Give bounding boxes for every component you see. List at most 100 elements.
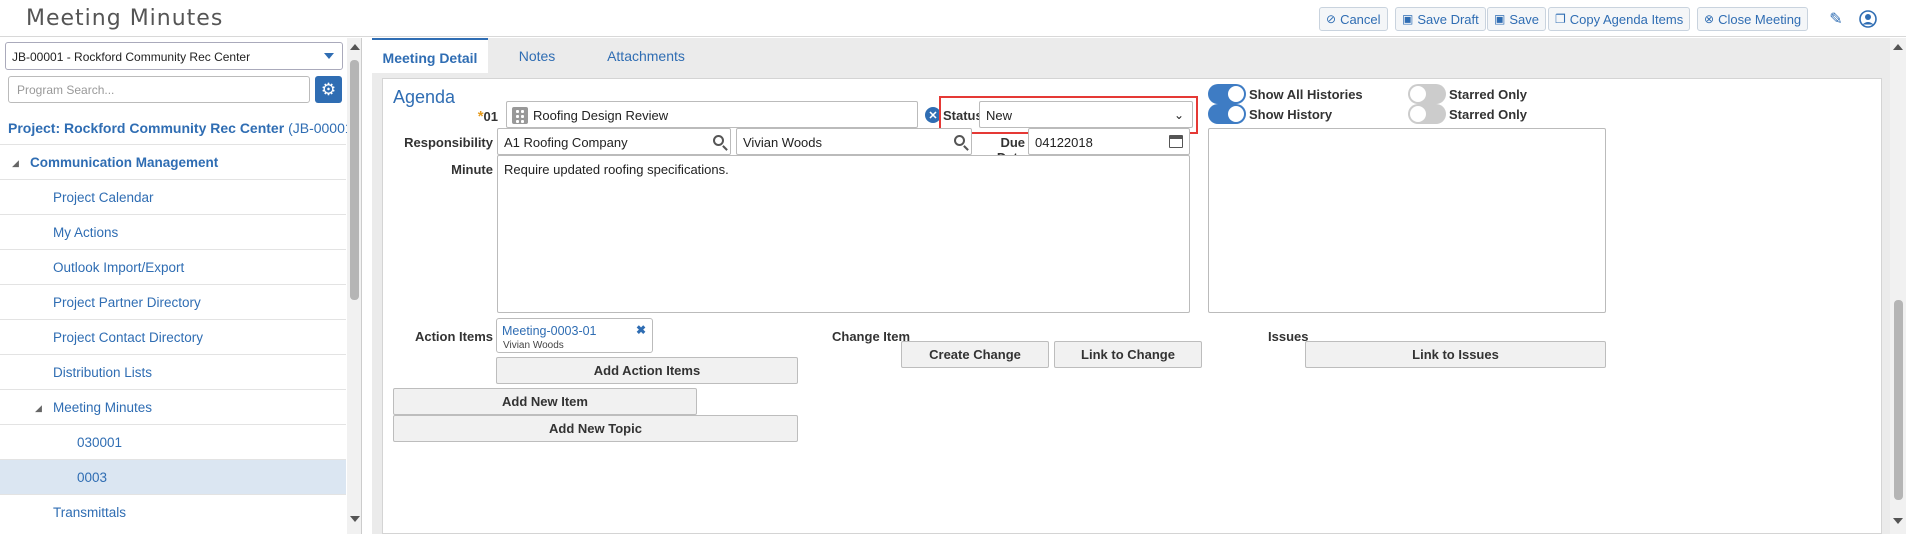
agenda-item-number: *01 xyxy=(468,108,498,125)
sidebar-scrollbar[interactable] xyxy=(347,38,361,534)
close-circle-icon: ⊗ xyxy=(1704,12,1715,26)
sidebar-item-label: Communication Management xyxy=(30,155,219,170)
due-date-value: 04122018 xyxy=(1035,135,1093,150)
sidebar-item-meeting-minutes[interactable]: ◢ Meeting Minutes xyxy=(0,389,346,424)
scroll-up-icon[interactable] xyxy=(350,44,360,50)
user-icon[interactable] xyxy=(1857,8,1879,30)
sidebar-item-transmittals[interactable]: Transmittals xyxy=(0,494,346,529)
scroll-up-icon[interactable] xyxy=(1893,44,1903,50)
copy-agenda-items-button[interactable]: ❐ Copy Agenda Items xyxy=(1548,7,1691,31)
responsibility-company-input[interactable]: A1 Roofing Company xyxy=(497,128,731,155)
action-item-person: Vivian Woods xyxy=(503,340,564,351)
search-icon[interactable] xyxy=(713,135,724,146)
sidebar-item-label: Project Calendar xyxy=(53,190,154,205)
sidebar-item-label: 0003 xyxy=(77,470,108,485)
scroll-down-icon[interactable] xyxy=(1893,518,1903,524)
action-item-link[interactable]: Meeting-0003-01 xyxy=(502,324,597,338)
tab-label: Notes xyxy=(518,48,556,64)
history-panel xyxy=(1208,128,1606,313)
caret-down-icon xyxy=(324,53,334,59)
save-button[interactable]: ▣ Save xyxy=(1487,7,1546,31)
cancel-circle-icon: ⊘ xyxy=(1326,12,1337,26)
sidebar-item-030001[interactable]: 030001 xyxy=(0,424,346,459)
tab-notes[interactable]: Notes xyxy=(497,38,577,73)
expand-triangle-icon[interactable]: ◢ xyxy=(35,403,42,414)
agenda-item-title-value: Roofing Design Review xyxy=(533,108,669,123)
sidebar-item-label: Distribution Lists xyxy=(53,365,153,380)
add-new-topic-button[interactable]: Add New Topic xyxy=(393,415,798,442)
action-item-chip[interactable]: Meeting-0003-01 Vivian Woods ✖ xyxy=(496,318,653,353)
tab-meeting-detail[interactable]: Meeting Detail xyxy=(372,38,488,73)
responsibility-company-value: A1 Roofing Company xyxy=(504,135,628,150)
main-scrollbar[interactable] xyxy=(1890,38,1906,534)
sidebar-item-0003[interactable]: 0003 xyxy=(0,459,346,494)
top-bar: Meeting Minutes ⊘ Cancel ▣ Save Draft ▣ Sav… xyxy=(0,0,1906,37)
item-number: 01 xyxy=(483,109,498,124)
show-history-toggle[interactable] xyxy=(1208,104,1246,124)
starred-only-toggle[interactable] xyxy=(1408,84,1446,104)
copy-icon: ❐ xyxy=(1555,12,1566,26)
sidebar-item-project-calendar[interactable]: Project Calendar xyxy=(0,179,346,214)
show-all-histories-toggle[interactable] xyxy=(1208,84,1246,104)
calendar-icon[interactable] xyxy=(1169,135,1183,148)
tab-label: Attachments xyxy=(607,48,685,64)
cancel-button[interactable]: ⊘ Cancel xyxy=(1319,7,1388,31)
add-action-items-button[interactable]: Add Action Items xyxy=(496,357,798,384)
link-to-change-button[interactable]: Link to Change xyxy=(1054,341,1202,368)
save-draft-label: Save Draft xyxy=(1417,11,1479,27)
program-search-input[interactable]: Program Search... xyxy=(8,76,310,103)
status-select[interactable]: New ⌄ xyxy=(979,101,1193,128)
scroll-down-icon[interactable] xyxy=(350,516,360,522)
minute-textarea[interactable]: Require updated roofing specifications. xyxy=(497,155,1190,313)
sidebar-item-label: Outlook Import/Export xyxy=(53,260,185,275)
save-draft-button[interactable]: ▣ Save Draft xyxy=(1395,7,1486,31)
responsibility-contact-input[interactable]: Vivian Woods xyxy=(736,128,972,155)
sidebar-item-label: Meeting Minutes xyxy=(53,400,153,415)
minute-text: Require updated roofing specifications. xyxy=(504,162,729,177)
tab-label: Meeting Detail xyxy=(382,50,478,66)
tab-attachments[interactable]: Attachments xyxy=(594,38,698,73)
sidebar-item-project-partner-directory[interactable]: Project Partner Directory xyxy=(0,284,346,319)
scrollbar-thumb[interactable] xyxy=(1894,300,1903,500)
search-icon[interactable] xyxy=(954,135,965,146)
close-meeting-button[interactable]: ⊗ Close Meeting xyxy=(1697,7,1809,31)
project-selector[interactable]: JB-00001 - Rockford Community Rec Center xyxy=(5,42,343,70)
sidebar-item-communication-management[interactable]: ◢ Communication Management xyxy=(0,144,346,179)
sidebar-item-my-actions[interactable]: My Actions xyxy=(0,214,346,249)
project-name: Project: Rockford Community Rec Center xyxy=(8,120,285,136)
sidebar-item-project-contact-directory[interactable]: Project Contact Directory xyxy=(0,319,346,354)
project-selector-value: JB-00001 - Rockford Community Rec Center xyxy=(12,50,251,64)
sidebar-item-label: 030001 xyxy=(77,435,123,450)
agenda-item-title-input[interactable]: Roofing Design Review xyxy=(506,101,918,128)
action-items-label: Action Items xyxy=(414,329,493,344)
drag-handle-icon[interactable] xyxy=(512,107,528,124)
show-all-histories-label: Show All Histories xyxy=(1249,87,1363,102)
sidebar-item-label: Project Contact Directory xyxy=(53,330,204,345)
link-to-issues-button[interactable]: Link to Issues xyxy=(1305,341,1606,368)
expand-triangle-icon[interactable]: ◢ xyxy=(12,158,19,169)
save-label: Save xyxy=(1509,11,1539,27)
sidebar-item-label: My Actions xyxy=(53,225,119,240)
save-icon: ▣ xyxy=(1402,12,1414,26)
main-panel: Meeting Detail Notes Attachments Agenda … xyxy=(372,38,1892,534)
add-new-item-button[interactable]: Add New Item xyxy=(393,388,697,415)
starred-only-history-toggle[interactable] xyxy=(1408,104,1446,124)
responsibility-contact-value: Vivian Woods xyxy=(743,135,823,150)
status-label: Status xyxy=(943,108,983,123)
meeting-detail-content: Agenda *01 Roofing Design Review ✕ Statu… xyxy=(382,78,1882,534)
close-meeting-label: Close Meeting xyxy=(1718,11,1802,27)
minute-label: Minute xyxy=(451,162,493,177)
scrollbar-thumb[interactable] xyxy=(350,60,359,300)
cancel-button-label: Cancel xyxy=(1340,11,1381,27)
due-date-input[interactable]: 04122018 xyxy=(1028,128,1190,155)
sidebar-item-label: Project Partner Directory xyxy=(53,295,201,310)
sidebar-item-distribution-lists[interactable]: Distribution Lists xyxy=(0,354,346,389)
status-value: New xyxy=(986,108,1013,123)
gear-icon[interactable]: ⚙ xyxy=(315,76,342,103)
remove-action-item-icon[interactable]: ✖ xyxy=(636,323,646,337)
edit-icon[interactable]: ✎ xyxy=(1825,8,1847,30)
sidebar-item-outlook-import-export[interactable]: Outlook Import/Export xyxy=(0,249,346,284)
create-change-button[interactable]: Create Change xyxy=(901,341,1049,368)
left-panel: JB-00001 - Rockford Community Rec Center… xyxy=(0,38,362,534)
project-link[interactable]: Project: Rockford Community Rec Center (… xyxy=(8,120,357,136)
